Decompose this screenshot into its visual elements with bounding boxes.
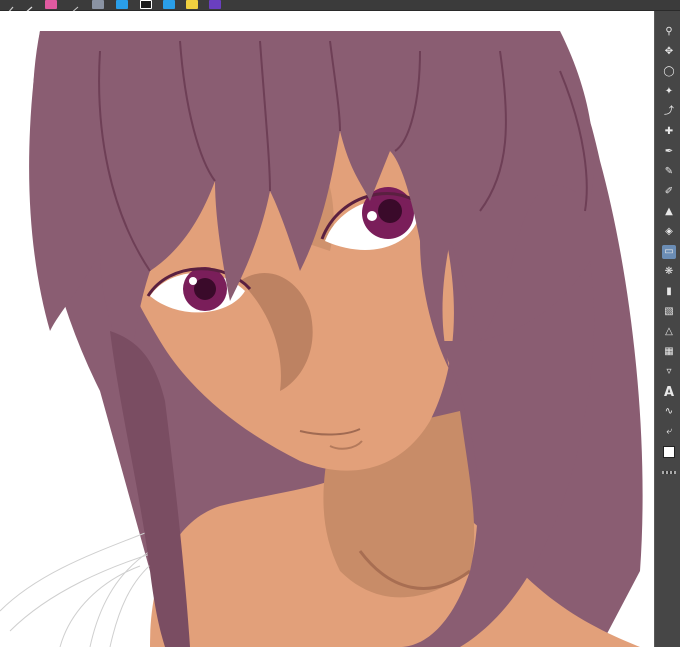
text-tool-icon[interactable]: A [662, 385, 676, 399]
balloon-icon[interactable]: ∿ [662, 405, 676, 419]
move-icon[interactable]: ✥ [662, 45, 676, 59]
brush-tool-icon[interactable] [68, 0, 80, 15]
sketch-lines [0, 530, 161, 647]
figure-icon[interactable]: △ [662, 325, 676, 339]
color-pink-swatch-icon[interactable] [45, 0, 57, 9]
black-white-icon[interactable] [140, 0, 152, 9]
correct-line-icon[interactable]: ⤶ [662, 425, 676, 439]
main-color-swatch[interactable] [662, 445, 676, 459]
yellow-icon[interactable] [186, 0, 198, 9]
brush-icon[interactable]: ✐ [662, 185, 676, 199]
ruler-icon[interactable]: ▿ [662, 365, 676, 379]
decoration-icon[interactable]: ❋ [662, 265, 676, 279]
gradient-icon[interactable]: ▧ [662, 305, 676, 319]
lasso-icon[interactable]: ◯ [662, 65, 676, 79]
zoom-icon[interactable]: ⚲ [662, 25, 676, 39]
fill-icon[interactable]: ▮ [662, 285, 676, 299]
pencil-icon[interactable]: ✎ [662, 165, 676, 179]
frame-icon[interactable]: ▦ [662, 345, 676, 359]
pen-tool-icon[interactable] [4, 0, 16, 15]
blue-layer-2-icon[interactable] [163, 0, 175, 9]
transform-icon[interactable]: ✚ [662, 125, 676, 139]
artwork [0, 31, 643, 647]
airbrush-icon[interactable]: ▲ [662, 205, 676, 219]
tool-palette: ⚲ ✥ ◯ ✦ ⤴ ✚ ✒ ✎ ✐ ▲ ◈ ▭ ❋ ▮ ▧ △ ▦ ▿ A ∿ … [654, 11, 680, 647]
color-strip [662, 465, 676, 479]
pencil-tool-icon[interactable] [22, 0, 34, 15]
gray-fill-icon[interactable] [92, 0, 104, 9]
eraser-icon[interactable]: ▭ [662, 245, 676, 259]
drawing-canvas[interactable] [0, 11, 654, 647]
blend-icon[interactable]: ◈ [662, 225, 676, 239]
blue-layer-icon[interactable] [116, 0, 128, 9]
top-toolbar [0, 0, 680, 15]
magic-wand-icon[interactable]: ✦ [662, 85, 676, 99]
pen-icon[interactable]: ✒ [662, 145, 676, 159]
purple-icon[interactable] [209, 0, 221, 9]
eyedropper-icon[interactable]: ⤴ [662, 105, 676, 119]
